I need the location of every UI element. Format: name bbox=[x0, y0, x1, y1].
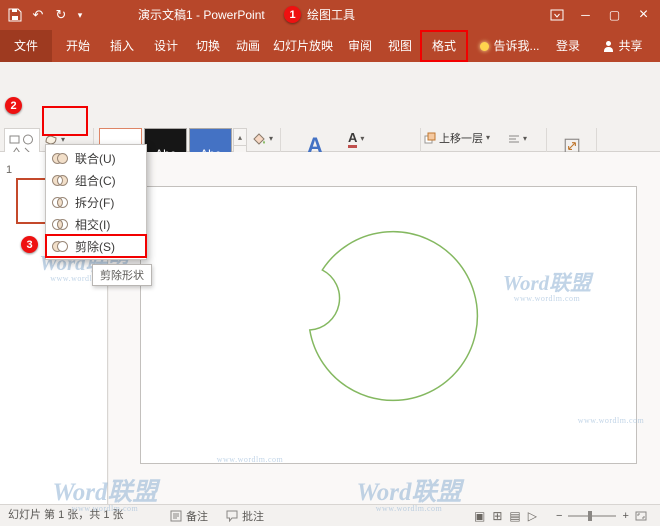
subtract-tooltip: 剪除形状 bbox=[92, 264, 152, 286]
notes-icon bbox=[170, 510, 182, 522]
ribbon: ▾ ▾ 插入形状 Abc Abc Abc ▴ ▾ ▾ ▾ bbox=[0, 62, 660, 152]
close-icon[interactable]: × bbox=[629, 0, 658, 30]
ribbon-display-options-icon[interactable] bbox=[542, 0, 571, 30]
menu-item-subtract[interactable]: 剪除(S) bbox=[46, 235, 146, 257]
tab-design[interactable]: 设计 bbox=[144, 30, 188, 62]
menu-item-label: 联合(U) bbox=[75, 150, 116, 167]
merge-shapes-menu: 联合(U) 组合(C) 拆分(F) 相交(I) 剪除(S) bbox=[45, 144, 147, 260]
subtracted-circle-shape[interactable] bbox=[141, 187, 636, 463]
slide-sorter-icon[interactable]: ⊞ bbox=[492, 509, 502, 523]
fit-to-window-icon[interactable] bbox=[635, 510, 647, 522]
minimize-icon[interactable]: ─ bbox=[571, 0, 600, 30]
titlebar: ↶ ↻ ▾ 演示文稿1 - PowerPoint 1 绘图工具 ─ ▢ × bbox=[0, 0, 660, 30]
tab-transitions[interactable]: 切换 bbox=[188, 30, 228, 62]
annotation-step-3-badge: 3 bbox=[21, 236, 38, 253]
slide-thumbnail-number: 1 bbox=[6, 164, 12, 176]
chevron-down-icon: ▾ bbox=[523, 135, 527, 143]
bring-forward-label: 上移一层 bbox=[439, 130, 483, 146]
statusbar: 幻灯片 第 1 张，共 1 张 备注 批注 ▣ ⊞ ▤ ▷ − + bbox=[0, 504, 660, 526]
slide-canvas[interactable] bbox=[140, 186, 637, 464]
fragment-icon bbox=[51, 196, 69, 209]
chevron-down-icon: ▾ bbox=[360, 135, 364, 143]
ribbon-tab-bar: 文件 开始 插入 设计 切换 动画 幻灯片放映 审阅 视图 格式 告诉我... … bbox=[0, 30, 660, 62]
shape-fill-button[interactable]: ▾ bbox=[252, 129, 278, 148]
shape-fill-icon bbox=[252, 132, 266, 146]
annotation-step-2-badge: 2 bbox=[5, 97, 22, 114]
tab-review[interactable]: 审阅 bbox=[340, 30, 380, 62]
tab-home[interactable]: 开始 bbox=[56, 30, 100, 62]
tab-file[interactable]: 文件 bbox=[0, 30, 52, 62]
comment-icon bbox=[226, 510, 238, 522]
quick-access-toolbar: ↶ ↻ ▾ bbox=[6, 0, 85, 30]
bring-forward-button[interactable]: 上移一层 ▾ bbox=[424, 128, 504, 148]
annotation-box-merge-button bbox=[42, 106, 88, 136]
window-controls: ─ ▢ × bbox=[542, 0, 658, 30]
contextual-tab-group-title: 绘图工具 bbox=[307, 0, 355, 30]
menu-item-label: 剪除(S) bbox=[75, 238, 115, 255]
notes-button[interactable]: 备注 bbox=[170, 505, 208, 526]
slideshow-view-icon[interactable]: ▷ bbox=[528, 509, 537, 523]
annotation-step-1-badge: 1 bbox=[284, 6, 301, 23]
zoom-in-icon[interactable]: + bbox=[622, 510, 628, 522]
restore-icon[interactable]: ▢ bbox=[600, 0, 629, 30]
qat-customize-chevron-icon[interactable]: ▾ bbox=[75, 6, 85, 24]
notes-label: 备注 bbox=[186, 508, 208, 524]
union-icon bbox=[51, 152, 69, 165]
tell-me-label: 告诉我... bbox=[493, 30, 539, 62]
text-fill-icon: A bbox=[348, 131, 357, 148]
lightbulb-icon bbox=[480, 42, 489, 51]
chevron-down-icon: ▾ bbox=[486, 134, 490, 142]
menu-item-combine[interactable]: 组合(C) bbox=[46, 169, 146, 191]
tab-insert[interactable]: 插入 bbox=[100, 30, 144, 62]
normal-view-icon[interactable]: ▣ bbox=[474, 509, 485, 523]
powerpoint-window: ↶ ↻ ▾ 演示文稿1 - PowerPoint 1 绘图工具 ─ ▢ × 文件… bbox=[0, 0, 660, 526]
slide-counter: 幻灯片 第 1 张，共 1 张 bbox=[8, 505, 124, 526]
person-icon bbox=[603, 41, 614, 52]
reading-view-icon[interactable]: ▤ bbox=[509, 509, 520, 523]
zoom-slider-thumb[interactable] bbox=[588, 511, 592, 521]
combine-icon bbox=[51, 174, 69, 187]
subtract-icon bbox=[51, 240, 69, 253]
undo-icon[interactable]: ↶ bbox=[29, 6, 47, 24]
align-icon bbox=[508, 133, 520, 145]
window-title: 演示文稿1 - PowerPoint bbox=[138, 0, 265, 30]
intersect-icon bbox=[51, 218, 69, 231]
menu-item-label: 组合(C) bbox=[75, 172, 116, 189]
share-button[interactable]: 共享 bbox=[590, 30, 656, 62]
tab-animations[interactable]: 动画 bbox=[228, 30, 268, 62]
redo-icon[interactable]: ↻ bbox=[52, 6, 70, 24]
text-fill-button[interactable]: A ▾ bbox=[348, 129, 374, 149]
menu-item-intersect[interactable]: 相交(I) bbox=[46, 213, 146, 235]
menu-item-union[interactable]: 联合(U) bbox=[46, 147, 146, 169]
chevron-down-icon: ▾ bbox=[269, 135, 273, 143]
sign-in-button[interactable]: 登录 bbox=[548, 30, 588, 62]
view-switcher: ▣ ⊞ ▤ ▷ bbox=[474, 505, 537, 526]
menu-item-label: 拆分(F) bbox=[75, 194, 114, 211]
menu-item-label: 相交(I) bbox=[75, 216, 110, 233]
align-button[interactable]: ▾ bbox=[508, 130, 542, 148]
share-label: 共享 bbox=[618, 30, 642, 62]
zoom-out-icon[interactable]: − bbox=[556, 510, 562, 522]
tab-slideshow[interactable]: 幻灯片放映 bbox=[266, 30, 340, 62]
tab-tell-me[interactable]: 告诉我... bbox=[474, 30, 546, 62]
tab-view[interactable]: 视图 bbox=[380, 30, 420, 62]
save-icon[interactable] bbox=[6, 6, 24, 24]
menu-item-fragment[interactable]: 拆分(F) bbox=[46, 191, 146, 213]
zoom-controls: − + bbox=[556, 505, 647, 526]
comments-button[interactable]: 批注 bbox=[226, 505, 264, 526]
comments-label: 批注 bbox=[242, 508, 264, 524]
tab-format[interactable]: 格式 bbox=[420, 30, 468, 62]
gallery-scroll-up-icon[interactable]: ▴ bbox=[233, 128, 247, 146]
bring-forward-icon bbox=[424, 132, 436, 144]
chevron-down-icon: ▾ bbox=[61, 136, 65, 144]
zoom-slider[interactable] bbox=[568, 515, 616, 517]
